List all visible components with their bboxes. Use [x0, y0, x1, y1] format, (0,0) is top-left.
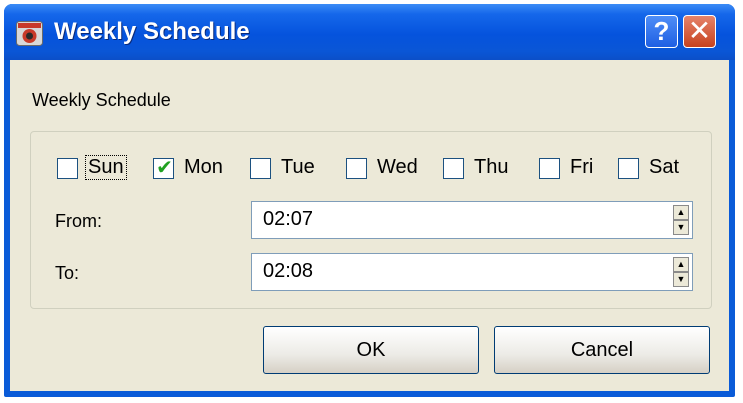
app-icon [16, 21, 43, 46]
group-label: Weekly Schedule [32, 90, 171, 110]
checkbox-box[interactable] [57, 158, 78, 179]
day-label: Wed [377, 156, 418, 178]
from-increment-icon[interactable]: ▲ [673, 205, 689, 220]
to-spin-arrows: ▲ ▼ [673, 257, 689, 287]
cancel-button[interactable]: Cancel [494, 326, 710, 374]
to-increment-icon[interactable]: ▲ [673, 257, 689, 272]
checkbox-box[interactable]: ✔ [153, 157, 174, 179]
day-label: Fri [570, 156, 594, 178]
from-spin-arrows: ▲ ▼ [673, 205, 689, 235]
to-time-value: 02:08 [263, 260, 314, 282]
day-label: Mon [184, 156, 223, 178]
checkbox-box[interactable] [539, 158, 560, 179]
title-bar[interactable]: Weekly Schedule ? ✕ [4, 4, 735, 60]
to-label: To: [55, 263, 80, 283]
checkbox-box[interactable] [346, 158, 367, 179]
checkbox-box[interactable] [618, 158, 639, 179]
to-decrement-icon[interactable]: ▼ [673, 272, 689, 287]
ok-button[interactable]: OK [263, 326, 479, 374]
close-button[interactable]: ✕ [683, 15, 716, 48]
window-title: Weekly Schedule [54, 18, 250, 45]
from-time-spinner[interactable]: 02:07 ▲ ▼ [251, 201, 693, 239]
from-decrement-icon[interactable]: ▼ [673, 220, 689, 235]
from-time-value: 02:07 [263, 208, 314, 230]
day-label: Thu [474, 156, 509, 178]
day-label: Tue [281, 156, 315, 178]
day-label: Sat [649, 156, 680, 178]
checkmark-icon: ✔ [156, 157, 173, 179]
dialog-client-area: Weekly Schedule Sun ✔ Mon Tue Wed Thu Fri Sat F… [10, 60, 729, 391]
from-label: From: [55, 211, 102, 231]
to-time-spinner[interactable]: 02:08 ▲ ▼ [251, 253, 693, 291]
help-button[interactable]: ? [645, 15, 678, 48]
dialog-window: Weekly Schedule ? ✕ Weekly Schedule Sun ✔… [4, 4, 735, 397]
checkbox-box[interactable] [250, 158, 271, 179]
checkbox-box[interactable] [443, 158, 464, 179]
day-label: Sun [85, 155, 127, 180]
